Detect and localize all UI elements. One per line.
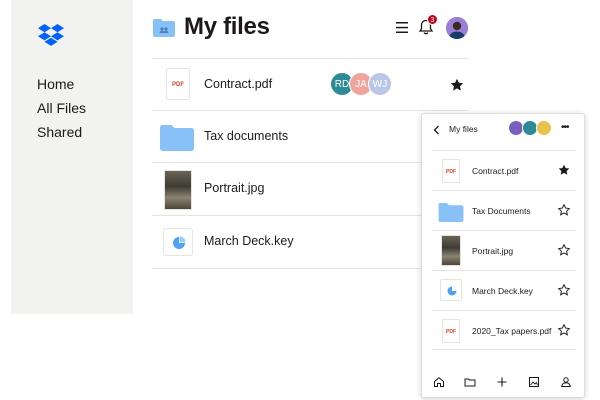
folder-icon xyxy=(438,203,464,222)
sidebar: Home All Files Shared xyxy=(11,0,133,314)
mobile-file-row[interactable]: Portrait.jpg xyxy=(432,230,576,270)
file-name: March Deck.key xyxy=(472,286,533,296)
pie-chart-icon xyxy=(447,286,457,296)
sidebar-item-all-files[interactable]: All Files xyxy=(37,100,86,116)
mobile-file-row[interactable]: PDF Contract.pdf xyxy=(432,150,576,190)
file-name: Tax Documents xyxy=(472,206,531,216)
pdf-file-icon: PDF xyxy=(442,159,460,183)
add-icon[interactable] xyxy=(496,376,508,388)
file-name: Tax documents xyxy=(204,129,289,143)
menu-icon[interactable] xyxy=(395,21,409,34)
file-name: Contract.pdf xyxy=(204,77,273,91)
member-avatar xyxy=(536,120,552,136)
star-filled-icon[interactable] xyxy=(450,78,464,92)
mobile-title: My files xyxy=(449,124,478,134)
home-icon[interactable] xyxy=(433,376,445,388)
file-row-contract[interactable]: PDF Contract.pdf RD JA WJ xyxy=(152,58,468,110)
folder-nav-icon[interactable] xyxy=(464,376,476,388)
photos-icon[interactable] xyxy=(528,376,540,388)
back-arrow-icon[interactable] xyxy=(433,125,440,135)
keynote-file-icon xyxy=(163,228,193,256)
mobile-file-row[interactable]: PDF 2020_Tax papers.pdf xyxy=(432,310,576,350)
avatar[interactable] xyxy=(446,17,468,39)
star-outline-icon[interactable] xyxy=(558,244,570,256)
mobile-file-row[interactable]: March Deck.key xyxy=(432,270,576,310)
image-thumbnail xyxy=(164,170,192,210)
pdf-file-icon: PDF xyxy=(442,319,460,343)
page-title: My files xyxy=(184,13,270,40)
mobile-file-row[interactable]: Tax Documents xyxy=(432,190,576,230)
keynote-file-icon xyxy=(440,279,462,301)
star-outline-icon[interactable] xyxy=(558,204,570,216)
shared-folder-icon xyxy=(153,19,175,37)
file-name: Portrait.jpg xyxy=(204,181,265,195)
star-filled-icon[interactable] xyxy=(558,164,570,176)
divider xyxy=(432,349,576,350)
folder-icon xyxy=(160,125,194,151)
notification-badge: 3 xyxy=(427,14,438,25)
mobile-bottom-nav xyxy=(422,372,584,392)
pdf-file-icon: PDF xyxy=(166,68,190,100)
star-outline-icon[interactable] xyxy=(558,284,570,296)
file-name: 2020_Tax papers.pdf xyxy=(472,326,552,336)
collaborator-avatar: WJ xyxy=(368,72,392,96)
image-thumbnail xyxy=(441,235,461,266)
sidebar-item-shared[interactable]: Shared xyxy=(37,124,82,140)
dropbox-logo-icon[interactable] xyxy=(38,24,64,48)
file-name: March Deck.key xyxy=(204,234,294,248)
star-outline-icon[interactable] xyxy=(558,324,570,336)
file-name: Contract.pdf xyxy=(472,166,519,176)
more-options-icon[interactable]: ••• xyxy=(561,122,569,133)
file-name: Portrait.jpg xyxy=(472,246,514,256)
sidebar-item-home[interactable]: Home xyxy=(37,76,74,92)
pie-chart-icon xyxy=(173,236,186,249)
account-icon[interactable] xyxy=(560,376,572,388)
mobile-app-panel: My files ••• PDF Contract.pdf Tax Docume… xyxy=(421,113,585,398)
user-avatar-icon xyxy=(446,17,468,39)
